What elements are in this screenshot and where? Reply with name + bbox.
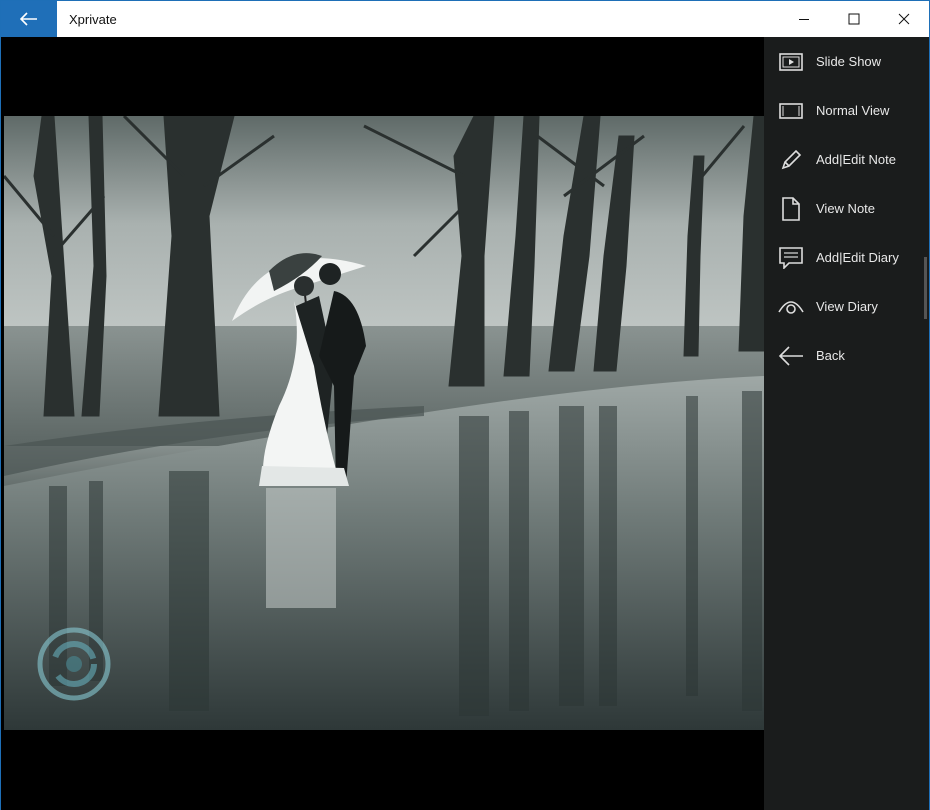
- app-title: Xprivate: [69, 11, 117, 27]
- menu-label: Add|Edit Note: [816, 152, 896, 167]
- menu-item-back[interactable]: Back: [764, 331, 929, 380]
- menu-label: View Diary: [816, 299, 878, 314]
- close-button[interactable]: [879, 1, 929, 37]
- maximize-icon: [848, 13, 860, 25]
- minimize-button[interactable]: [779, 1, 829, 37]
- menu-item-view-note[interactable]: View Note: [764, 184, 929, 233]
- diary-icon: [778, 245, 804, 271]
- menu-item-add-edit-diary[interactable]: Add|Edit Diary: [764, 233, 929, 282]
- app-window: Xprivate Slide Show Normal View Add|Edit…: [0, 0, 930, 810]
- menu-label: Slide Show: [816, 54, 882, 69]
- normal-view-icon: [778, 98, 804, 124]
- title-bar: Xprivate: [1, 1, 929, 37]
- arrow-left-icon: [778, 343, 804, 369]
- close-icon: [898, 13, 910, 25]
- menu-scrollbar[interactable]: [924, 257, 927, 319]
- displayed-photo[interactable]: [4, 116, 764, 730]
- menu-item-add-edit-note[interactable]: Add|Edit Note: [764, 135, 929, 184]
- maximize-button[interactable]: [829, 1, 879, 37]
- image-viewer[interactable]: Slide Show Normal View Add|Edit Note Vie…: [1, 37, 929, 810]
- eye-icon: [778, 294, 804, 320]
- photo-illustration: [4, 116, 764, 730]
- arrow-left-icon: [20, 12, 37, 26]
- menu-label: Back: [816, 348, 845, 363]
- menu-item-normal-view[interactable]: Normal View: [764, 86, 929, 135]
- minimize-icon: [799, 19, 809, 20]
- menu-item-view-diary[interactable]: View Diary: [764, 282, 929, 331]
- window-controls: [779, 1, 929, 37]
- menu-label: Add|Edit Diary: [816, 250, 899, 265]
- context-menu-panel: Slide Show Normal View Add|Edit Note Vie…: [764, 37, 929, 810]
- slideshow-icon: [778, 49, 804, 75]
- document-icon: [778, 196, 804, 222]
- pencil-icon: [778, 147, 804, 173]
- menu-item-slide-show[interactable]: Slide Show: [764, 37, 929, 86]
- menu-label: View Note: [816, 201, 876, 216]
- menu-label: Normal View: [816, 103, 890, 118]
- back-button[interactable]: [1, 1, 57, 37]
